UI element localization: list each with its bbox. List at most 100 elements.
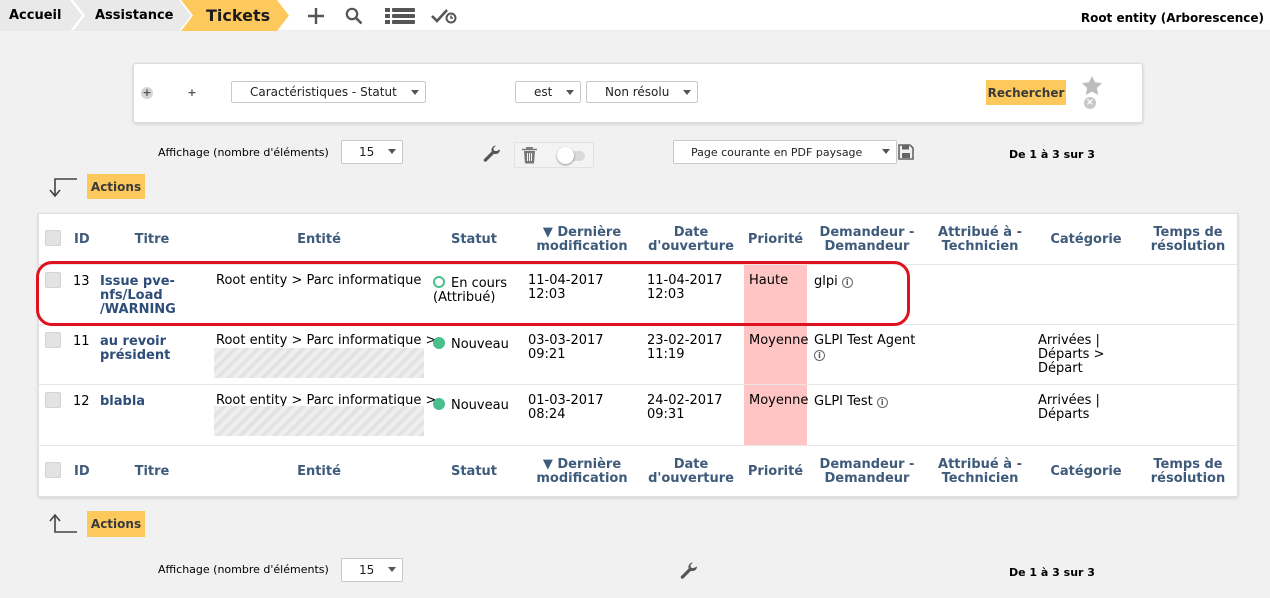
column-header-last-modification[interactable]: ▼ Dernière modification [527,226,637,254]
row-status-label: Nouveau [451,398,509,413]
row-category-line: Départs [1038,407,1090,422]
column-footer-id[interactable]: ID [74,465,90,479]
chevron-down-icon [882,149,890,154]
row-last-modification-date: 03-03-2017 [528,333,604,348]
row-last-modification-date: 01-03-2017 [528,393,604,408]
breadcrumb-tickets-label[interactable]: Tickets [206,6,270,25]
list-icon[interactable] [384,5,416,27]
row-checkbox[interactable] [45,392,61,408]
column-footer-priority[interactable]: Priorité [744,465,807,479]
chevron-down-icon [683,90,691,95]
column-footer-category[interactable]: Catégorie [1041,465,1131,479]
save-icon[interactable] [898,144,914,164]
export-select[interactable]: Page courante en PDF paysage [673,140,897,164]
wrench-icon[interactable] [680,562,699,585]
column-header-priority[interactable]: Priorité [744,233,807,247]
redacted-entity-path [214,406,424,436]
column-header-status[interactable]: Statut [444,233,504,247]
search-icon[interactable] [343,5,365,27]
validation-icon[interactable] [430,5,458,27]
column-footer-requester-line2: Demandeur [824,471,910,486]
display-count-label: Affichage (nombre d'éléments) [158,146,329,159]
column-header-title[interactable]: Titre [122,233,182,247]
select-all-checkbox-bottom[interactable] [45,462,61,478]
wrench-icon[interactable] [483,145,502,168]
column-header-assigned-line2: Technicien [941,239,1019,254]
add-criteria-group-button[interactable]: + [141,87,153,99]
row-id: 11 [73,334,90,349]
column-footer-opening-date[interactable]: Date d'ouverture [646,458,736,486]
row-entity: Root entity > Parc informatique > [216,333,437,348]
row-checkbox[interactable] [45,332,61,348]
column-footer-last-modification[interactable]: ▼ Dernière modification [527,458,637,486]
reset-icon[interactable]: × [1084,97,1096,109]
search-field-value: Caractéristiques - Statut [250,85,397,99]
deleted-toggle-group [514,142,594,168]
tickets-table: ID Titre Entité Statut ▼ Dernière modifi… [38,213,1238,497]
column-header-opening-date-line1: Date [673,225,709,240]
entity-label[interactable]: Root entity (Arborescence) [1081,11,1264,25]
deleted-toggle[interactable] [557,147,574,164]
chevron-down-icon [411,90,419,95]
status-new-icon [433,337,445,349]
search-button[interactable]: Rechercher [986,80,1066,105]
info-icon[interactable]: i [876,397,888,408]
row-opening-date: 24-02-2017 09:31 [647,394,723,422]
search-value-select[interactable]: Non résolu [586,81,698,103]
actions-button-bottom[interactable]: Actions [87,511,145,537]
redacted-entity-path [214,348,424,378]
column-header-opening-date[interactable]: Date d'ouverture [646,226,736,254]
column-footer-assigned-line2: Technicien [941,471,1019,486]
plus-icon[interactable] [305,5,327,27]
row-status: Nouveau [433,398,509,413]
ticket-title-link[interactable]: blabla [100,395,145,409]
add-criteria-button[interactable]: + [186,87,198,99]
column-header-resolution-time-line1: Temps de [1153,225,1223,240]
column-header-id[interactable]: ID [74,233,90,247]
row-opening-date-date: 23-02-2017 [647,333,723,348]
row-priority: Moyenne [749,333,809,348]
row-category: Arrivées | Départs [1038,394,1100,422]
breadcrumb-home[interactable]: Accueil [9,0,61,31]
actions-button-top[interactable]: Actions [87,174,145,199]
column-footer-status[interactable]: Statut [444,465,504,479]
search-field-select[interactable]: Caractéristiques - Statut [231,81,426,103]
column-header-resolution-time[interactable]: Temps de résolution [1142,226,1234,254]
breadcrumb-home-label[interactable]: Accueil [9,8,61,23]
row-requester-name[interactable]: GLPI Test [814,394,873,409]
row-requester-name[interactable]: GLPI Test Agent [814,334,915,348]
star-icon[interactable] [1082,76,1102,99]
display-count-select[interactable]: 15 [341,140,403,164]
column-footer-assigned-line1: Attribué à - [938,457,1022,472]
search-value-value: Non résolu [605,85,670,99]
ticket-title-link[interactable]: au revoir président [100,335,170,363]
column-header-entity[interactable]: Entité [284,233,354,247]
column-header-category[interactable]: Catégorie [1041,233,1131,247]
row-id: 12 [73,394,90,409]
row-last-modification-time: 08:24 [528,407,566,422]
row-status: Nouveau [433,337,509,352]
column-footer-resolution-time-line1: Temps de [1153,457,1223,472]
display-count-value-bottom: 15 [359,563,375,577]
breadcrumb-assistance-label[interactable]: Assistance [95,8,174,23]
info-icon[interactable]: i [814,350,825,361]
trash-icon[interactable] [522,147,537,168]
display-count-select-bottom[interactable]: 15 [341,558,403,582]
row-requester: GLPI Test Agent i [814,334,915,362]
column-footer-title[interactable]: Titre [122,465,182,479]
row-opening-date-time: 11:19 [647,347,685,362]
chevron-down-icon [388,149,396,154]
breadcrumb-assistance[interactable]: Assistance [95,0,174,31]
search-operator-select[interactable]: est [515,81,581,103]
column-footer-assigned[interactable]: Attribué à - Technicien [927,458,1033,486]
select-all-checkbox[interactable] [45,230,61,246]
column-header-assigned[interactable]: Attribué à - Technicien [927,226,1033,254]
column-footer-entity[interactable]: Entité [284,465,354,479]
column-footer-resolution-time[interactable]: Temps de résolution [1142,458,1234,486]
column-header-requester-line2: Demandeur [824,239,910,254]
column-header-resolution-time-line2: résolution [1150,239,1226,254]
breadcrumb-tickets[interactable]: Tickets [206,0,270,31]
pagination-info-top: De 1 à 3 sur 3 [1009,148,1095,161]
column-footer-requester[interactable]: Demandeur - Demandeur [812,458,922,486]
column-header-requester[interactable]: Demandeur - Demandeur [812,226,922,254]
